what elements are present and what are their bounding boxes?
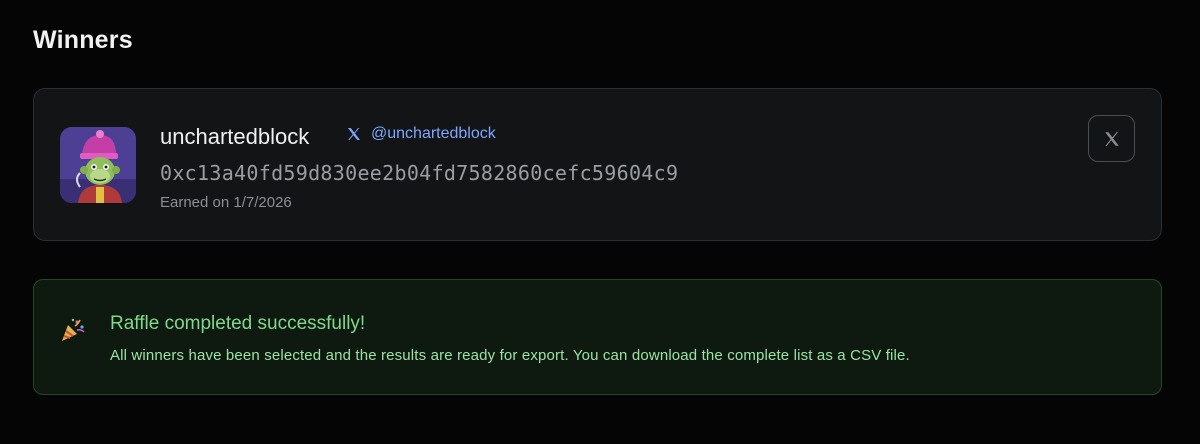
wallet-address: 0xc13a40fd59d830ee2b04fd7582860cefc59604… [160,161,679,185]
x-share-button[interactable] [1088,115,1135,162]
winner-card: unchartedblock @unchartedblock 0xc13a40f… [33,88,1162,241]
twitter-handle-text[interactable]: @unchartedblock [371,125,496,143]
winner-username: unchartedblock [160,124,310,149]
ape-nft-avatar-icon [60,127,136,203]
party-popper-icon [58,316,86,344]
earned-date: Earned on 1/7/2026 [160,194,292,211]
success-banner: Raffle completed successfully! All winne… [33,279,1162,395]
winner-avatar [60,127,136,203]
section-title: Winners [33,26,133,54]
x-logo-icon [1104,131,1119,146]
twitter-handle-link[interactable]: @unchartedblock [345,125,496,143]
banner-title: Raffle completed successfully! [110,313,366,334]
x-logo-icon [345,125,363,143]
banner-text: All winners have been selected and the r… [110,347,910,364]
